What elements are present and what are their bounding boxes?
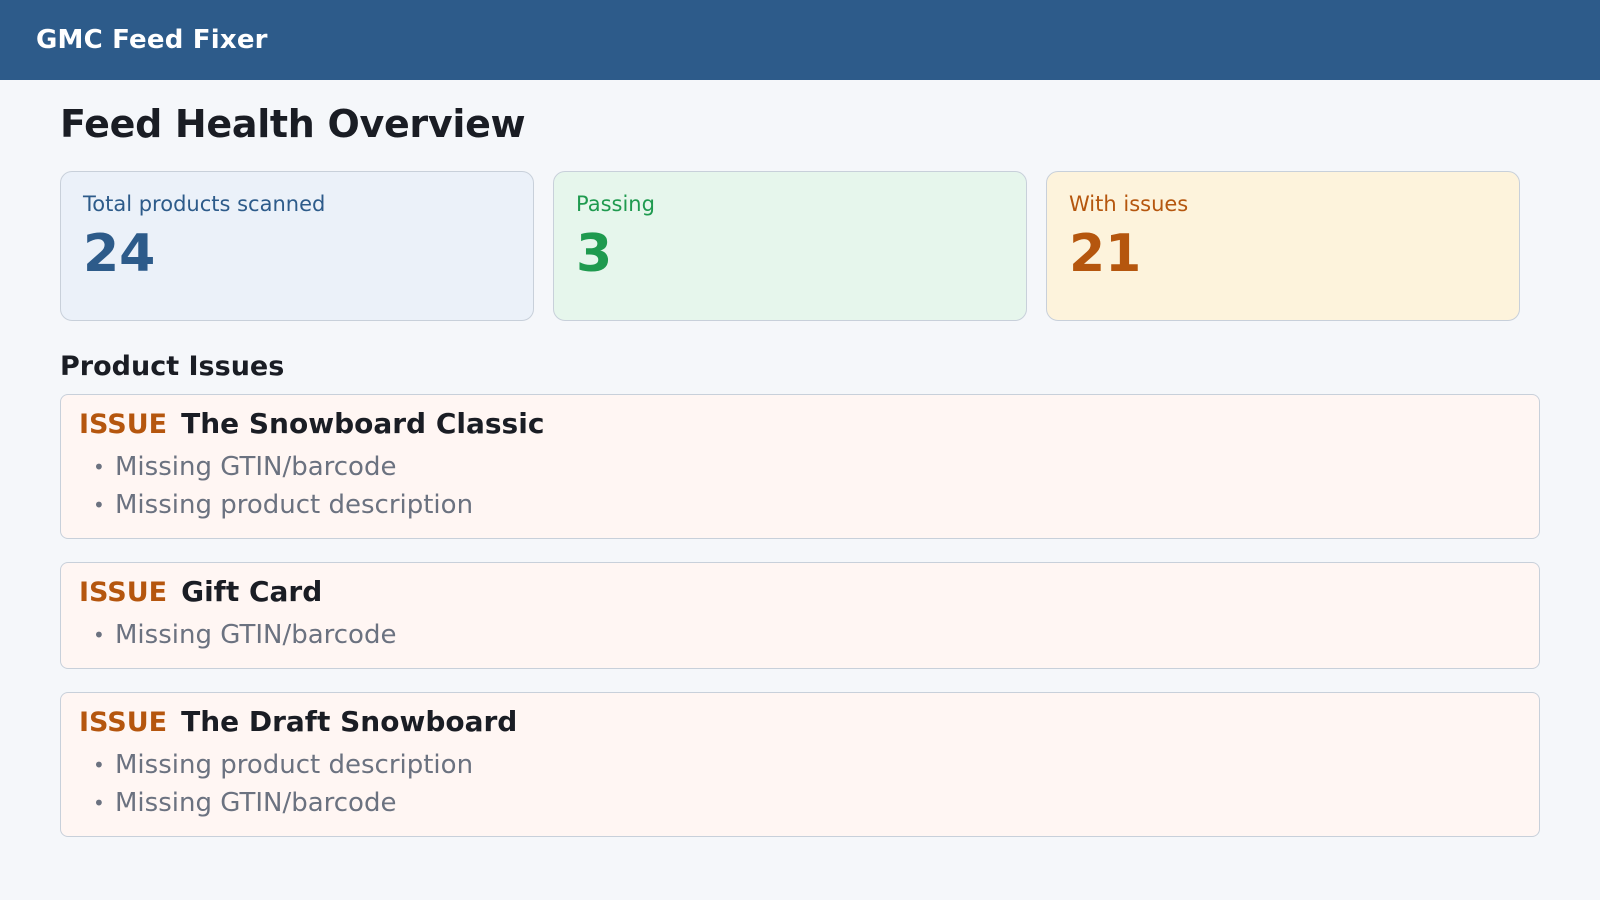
issue-problem-item: • Missing product description (93, 746, 1521, 784)
product-issue-list: ISSUE The Snowboard Classic • Missing GT… (60, 394, 1540, 860)
bullet-dot-icon: • (93, 455, 105, 479)
bullet-dot-icon: • (93, 791, 105, 815)
issue-tag: ISSUE (79, 707, 168, 738)
stat-value-passing: 3 (576, 224, 613, 284)
section-title-product-issues: Product Issues (60, 351, 285, 382)
issue-problem-list: • Missing GTIN/barcode (79, 616, 1521, 654)
issue-card-header: ISSUE Gift Card (79, 575, 1521, 608)
bullet-dot-icon: • (93, 493, 105, 517)
issue-problem-item: • Missing product description (93, 486, 1521, 524)
issue-problem-text: Missing product description (115, 750, 474, 780)
stat-label-with-issues: With issues (1069, 192, 1189, 216)
stat-value-with-issues: 21 (1069, 224, 1142, 284)
stat-card-with-issues: With issues 21 (1046, 171, 1520, 321)
issue-problem-item: • Missing GTIN/barcode (93, 784, 1521, 822)
stat-card-total: Total products scanned 24 (60, 171, 534, 321)
issue-problem-item: • Missing GTIN/barcode (93, 616, 1521, 654)
stat-card-passing: Passing 3 (553, 171, 1027, 321)
issue-problem-text: Missing GTIN/barcode (115, 620, 397, 650)
issue-tag: ISSUE (79, 409, 168, 440)
issue-tag: ISSUE (79, 577, 168, 608)
issue-card: ISSUE The Draft Snowboard • Missing prod… (60, 692, 1540, 837)
bullet-dot-icon: • (93, 623, 105, 647)
issue-card: ISSUE Gift Card • Missing GTIN/barcode (60, 562, 1540, 669)
issue-card-header: ISSUE The Snowboard Classic (79, 407, 1521, 440)
app-title: GMC Feed Fixer (36, 25, 268, 55)
stat-value-total: 24 (83, 224, 156, 284)
issue-problem-list: • Missing GTIN/barcode • Missing product… (79, 448, 1521, 524)
product-name: The Draft Snowboard (181, 705, 518, 738)
stats-row: Total products scanned 24 Passing 3 With… (60, 171, 1520, 321)
issue-problem-text: Missing GTIN/barcode (115, 452, 397, 482)
issue-problem-list: • Missing product description • Missing … (79, 746, 1521, 822)
stat-label-passing: Passing (576, 192, 655, 216)
bullet-dot-icon: • (93, 753, 105, 777)
product-name: Gift Card (181, 575, 323, 608)
top-app-bar: GMC Feed Fixer (0, 0, 1600, 80)
main-content: Feed Health Overview Total products scan… (60, 80, 1540, 900)
issue-problem-text: Missing GTIN/barcode (115, 788, 397, 818)
stat-label-total: Total products scanned (83, 192, 326, 216)
product-name: The Snowboard Classic (181, 407, 545, 440)
page-title: Feed Health Overview (60, 102, 526, 146)
issue-card-header: ISSUE The Draft Snowboard (79, 705, 1521, 738)
issue-card: ISSUE The Snowboard Classic • Missing GT… (60, 394, 1540, 539)
issue-problem-item: • Missing GTIN/barcode (93, 448, 1521, 486)
issue-problem-text: Missing product description (115, 490, 474, 520)
